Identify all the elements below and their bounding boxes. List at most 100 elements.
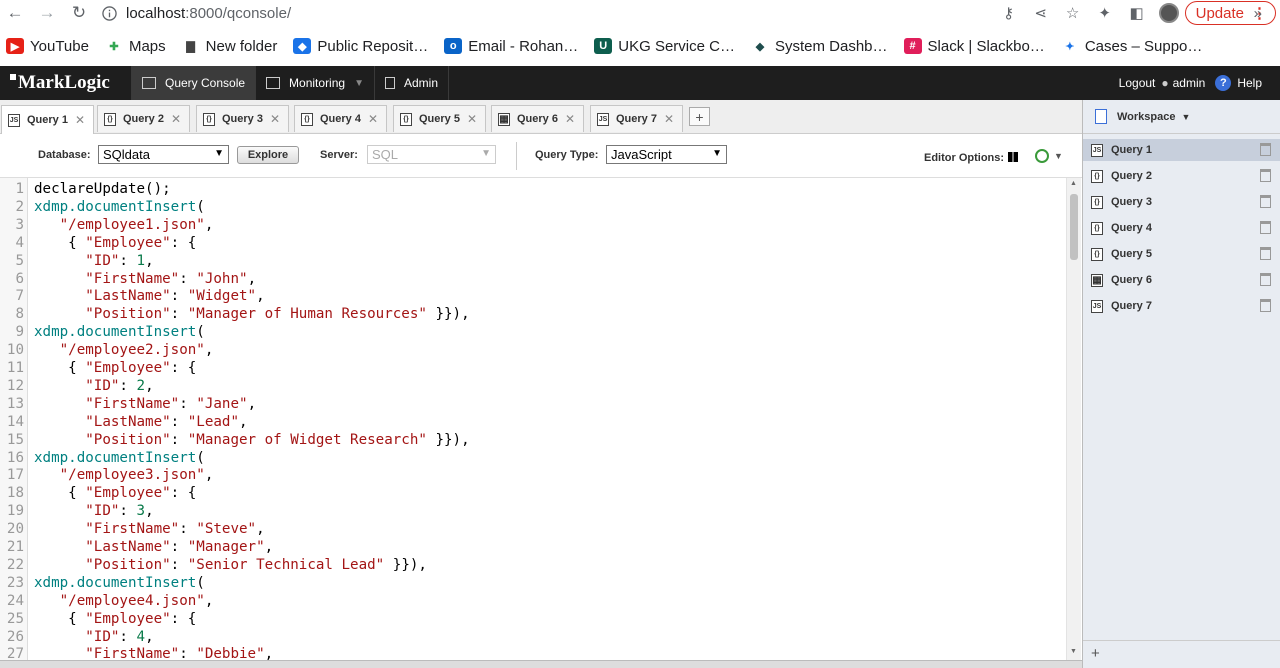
- address-bar[interactable]: localhost:8000/qconsole/: [98, 0, 978, 26]
- workspace-header[interactable]: Workspace ▼: [1083, 100, 1280, 134]
- scroll-up-icon[interactable]: ▲: [1070, 180, 1077, 187]
- bookmark-item[interactable]: U UKG Service C…: [594, 38, 735, 55]
- code-line[interactable]: 26 "ID": 4,: [0, 628, 1066, 646]
- code-line[interactable]: 2 xdmp.documentInsert(: [0, 198, 1066, 216]
- add-query-button[interactable]: +: [1091, 645, 1100, 662]
- query-type-select[interactable]: JavaScript ▼: [606, 145, 727, 164]
- code-line[interactable]: 22 "Position": "Senior Technical Lead" }…: [0, 556, 1066, 574]
- code-line[interactable]: 3 "/employee1.json",: [0, 216, 1066, 234]
- code-line[interactable]: 4 { "Employee": {: [0, 234, 1066, 252]
- code-line[interactable]: 25 { "Employee": {: [0, 610, 1066, 628]
- close-icon[interactable]: ✕: [171, 112, 181, 126]
- key-icon[interactable]: ⚷: [993, 0, 1025, 26]
- marklogic-logo[interactable]: MarkLogic: [0, 66, 132, 100]
- close-icon[interactable]: ✕: [270, 112, 280, 126]
- code-line[interactable]: 8 "Position": "Manager of Human Resource…: [0, 305, 1066, 323]
- forward-arrow-icon[interactable]: →: [32, 0, 62, 26]
- trash-icon[interactable]: [1260, 221, 1271, 234]
- code-line[interactable]: 7 "LastName": "Widget",: [0, 287, 1066, 305]
- bookmark-item[interactable]: o Email - Rohan…: [444, 38, 578, 55]
- close-icon[interactable]: ✕: [664, 112, 674, 126]
- tab-query-console[interactable]: Query Console: [132, 66, 257, 100]
- code-line[interactable]: 11 { "Employee": {: [0, 359, 1066, 377]
- bookmark-item[interactable]: ▶ YouTube: [6, 38, 89, 55]
- code-line[interactable]: 19 "ID": 3,: [0, 502, 1066, 520]
- help-icon[interactable]: ?: [1215, 75, 1232, 91]
- tab-monitoring[interactable]: Monitoring ▼: [256, 66, 375, 100]
- history-icon[interactable]: [1035, 149, 1049, 163]
- close-icon[interactable]: ✕: [565, 112, 575, 126]
- trash-icon[interactable]: [1260, 143, 1271, 156]
- bookmark-item[interactable]: # Slack | Slackbo…: [903, 38, 1045, 55]
- bookmark-item[interactable]: ✦ Cases – Suppo…: [1061, 38, 1202, 55]
- code-editor[interactable]: 1 declareUpdate(); 2 xdmp.documentInsert(3 …: [0, 178, 1082, 668]
- profile-avatar[interactable]: [1158, 3, 1179, 23]
- query-tab[interactable]: {} Query 3 ✕: [196, 105, 289, 132]
- database-select[interactable]: SQldata ▼: [98, 145, 229, 164]
- back-arrow-icon[interactable]: ←: [0, 0, 30, 26]
- server-select[interactable]: SQL ▼: [367, 145, 496, 164]
- trash-icon[interactable]: [1260, 247, 1271, 260]
- code-line[interactable]: 24 "/employee4.json",: [0, 592, 1066, 610]
- update-button[interactable]: Update ⋮: [1184, 1, 1276, 25]
- trash-icon[interactable]: [1260, 169, 1271, 182]
- code-line[interactable]: 14 "LastName": "Lead",: [0, 413, 1066, 431]
- history-caret-icon[interactable]: ▼: [1054, 151, 1063, 161]
- workspace-query-item[interactable]: ▦ Query 6: [1083, 269, 1280, 291]
- share-icon[interactable]: ⋖: [1025, 0, 1057, 26]
- scrollbar-thumb[interactable]: [1070, 194, 1078, 260]
- code-line[interactable]: 9 xdmp.documentInsert(: [0, 323, 1066, 341]
- code-line[interactable]: 12 "ID": 2,: [0, 377, 1066, 395]
- query-tab[interactable]: {} Query 5 ✕: [393, 105, 486, 132]
- code-line[interactable]: 23 xdmp.documentInsert(: [0, 574, 1066, 592]
- query-tab[interactable]: JS Query 1 ✕: [1, 105, 94, 134]
- close-icon[interactable]: ✕: [368, 112, 378, 126]
- explore-button[interactable]: Explore: [237, 146, 299, 164]
- code-line[interactable]: 20 "FirstName": "Steve",: [0, 520, 1066, 538]
- editor-scrollbar[interactable]: ▲ ▼: [1066, 178, 1081, 660]
- logout-link[interactable]: Logout: [1119, 76, 1156, 90]
- more-bookmarks-icon[interactable]: »: [1254, 5, 1262, 22]
- bookmark-item[interactable]: ✚ Maps: [105, 38, 165, 55]
- workspace-query-item[interactable]: JS Query 1: [1083, 139, 1280, 161]
- query-tab-label: Query 2: [123, 113, 164, 125]
- query-tab[interactable]: {} Query 2 ✕: [97, 105, 190, 132]
- code-line[interactable]: 13 "FirstName": "Jane",: [0, 395, 1066, 413]
- extensions-icon[interactable]: ✦: [1089, 0, 1121, 26]
- info-icon[interactable]: [98, 4, 120, 22]
- star-icon[interactable]: ☆: [1057, 0, 1089, 26]
- code-line[interactable]: 16 xdmp.documentInsert(: [0, 449, 1066, 467]
- code-line[interactable]: 10 "/employee2.json",: [0, 341, 1066, 359]
- query-tab[interactable]: JS Query 7 ✕: [590, 105, 683, 132]
- bookmark-item[interactable]: ◆ System Dashb…: [751, 38, 888, 55]
- tab-admin[interactable]: Admin: [375, 66, 449, 100]
- workspace-query-item[interactable]: {} Query 5: [1083, 243, 1280, 265]
- query-tab[interactable]: {} Query 4 ✕: [294, 105, 387, 132]
- code-line[interactable]: 21 "LastName": "Manager",: [0, 538, 1066, 556]
- trash-icon[interactable]: [1260, 273, 1271, 286]
- trash-icon[interactable]: [1260, 299, 1271, 312]
- bookmark-item[interactable]: ◆ Public Reposit…: [293, 38, 428, 55]
- workspace-query-item[interactable]: {} Query 4: [1083, 217, 1280, 239]
- code-line[interactable]: 6 "FirstName": "John",: [0, 270, 1066, 288]
- scroll-down-icon[interactable]: ▼: [1070, 648, 1077, 655]
- query-tab[interactable]: ▦ Query 6 ✕: [491, 105, 584, 132]
- code-line[interactable]: 5 "ID": 1,: [0, 252, 1066, 270]
- code-line[interactable]: 1 declareUpdate();: [0, 180, 1066, 198]
- close-icon[interactable]: ✕: [75, 113, 85, 127]
- side-panel-icon[interactable]: ◧: [1121, 0, 1153, 26]
- trash-icon[interactable]: [1260, 195, 1271, 208]
- workspace-query-item[interactable]: {} Query 2: [1083, 165, 1280, 187]
- workspace-query-item[interactable]: JS Query 7: [1083, 295, 1280, 317]
- sql-table-icon: ▦: [1091, 273, 1103, 287]
- code-line[interactable]: 17 "/employee3.json",: [0, 466, 1066, 484]
- reload-icon[interactable]: ↻: [64, 0, 94, 26]
- close-icon[interactable]: ✕: [467, 112, 477, 126]
- workspace-query-item[interactable]: {} Query 3: [1083, 191, 1280, 213]
- help-link[interactable]: Help: [1237, 76, 1262, 90]
- code-line[interactable]: 18 { "Employee": {: [0, 484, 1066, 502]
- editor-options-label[interactable]: Editor Options:: [924, 151, 1019, 164]
- add-query-tab-button[interactable]: +: [689, 107, 710, 126]
- code-line[interactable]: 15 "Position": "Manager of Widget Resear…: [0, 431, 1066, 449]
- bookmark-item[interactable]: ▇ New folder: [182, 38, 277, 55]
